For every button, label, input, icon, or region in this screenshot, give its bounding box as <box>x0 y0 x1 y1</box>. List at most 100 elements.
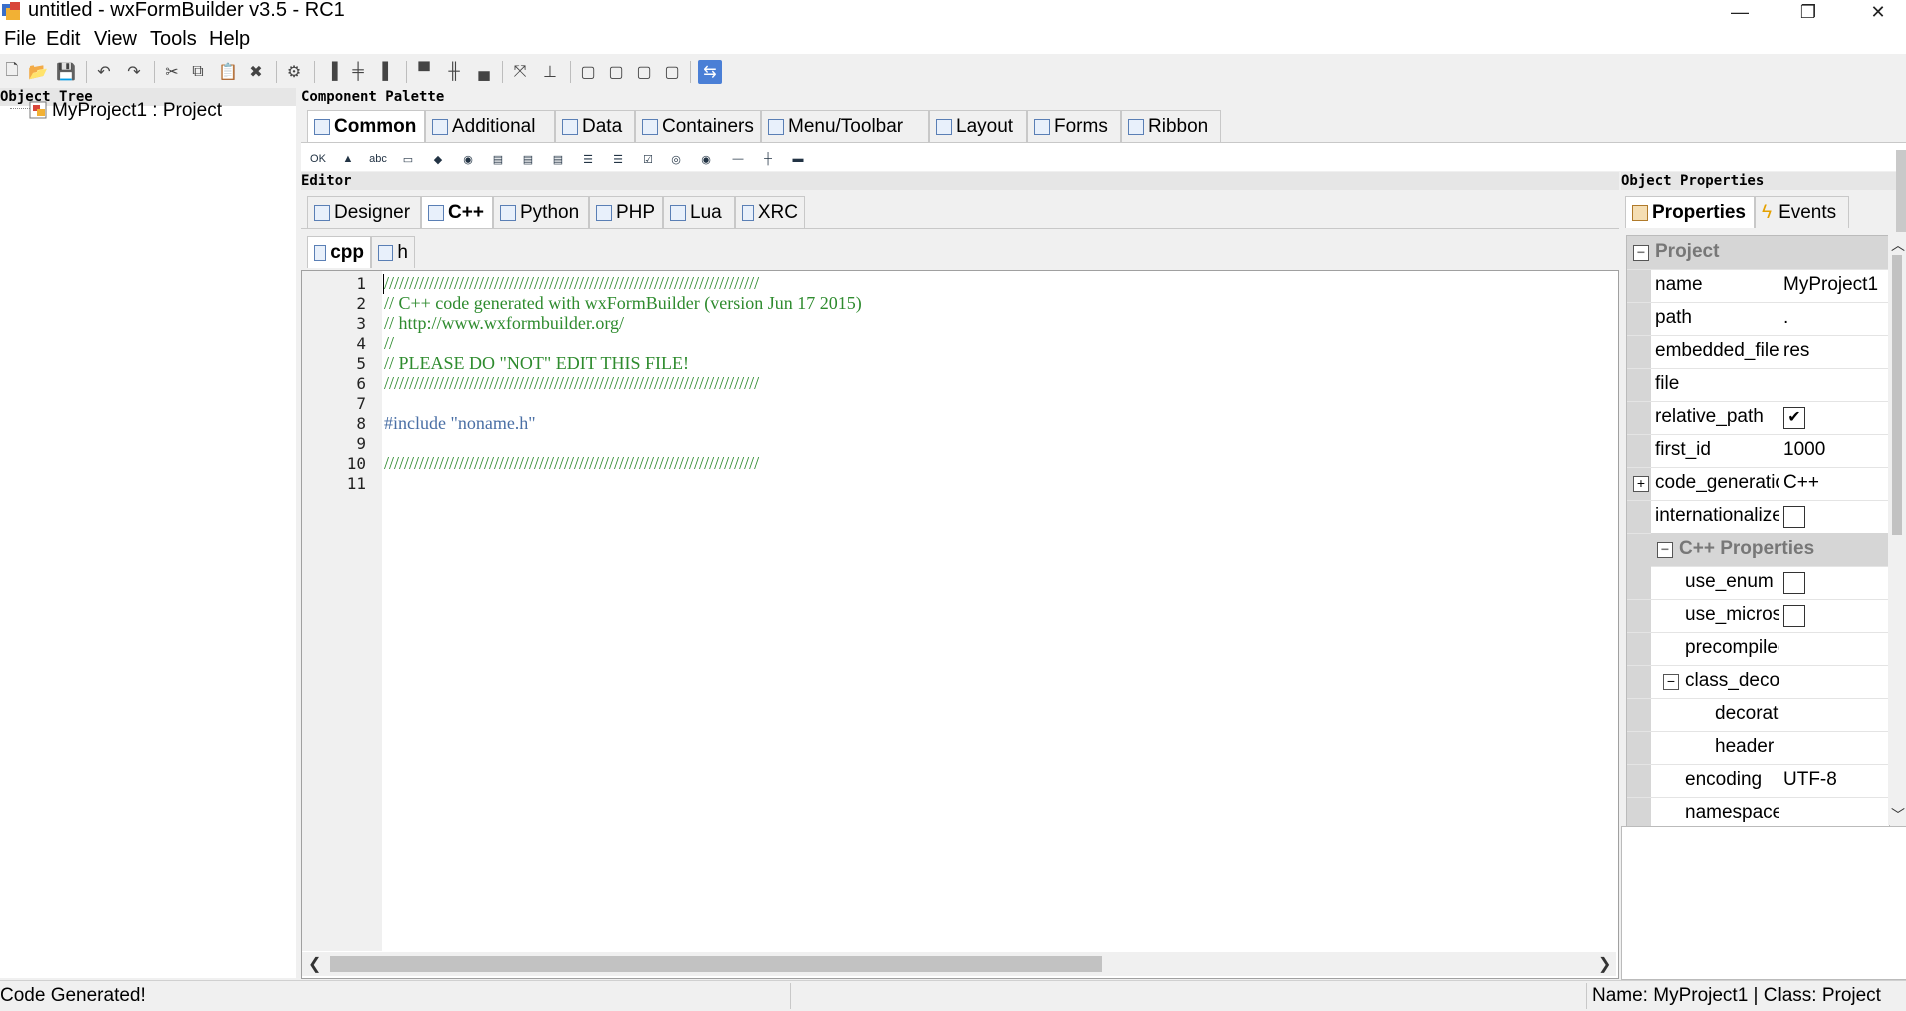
checkbox[interactable] <box>1783 572 1805 594</box>
property-row[interactable]: precompiled_header <box>1627 632 1889 666</box>
property-row[interactable]: embedded_files_path res <box>1627 335 1889 369</box>
scroll-right-icon[interactable]: ❯ <box>1598 954 1611 974</box>
menu-file[interactable]: File <box>4 28 36 51</box>
checkbox[interactable] <box>1783 605 1805 627</box>
tab-data[interactable]: Data <box>555 110 635 142</box>
align-center-v-icon[interactable]: ╫ <box>442 60 466 84</box>
property-row[interactable]: first_id 1000 <box>1627 434 1889 468</box>
property-row[interactable]: name MyProject1 <box>1627 269 1889 303</box>
undo-icon[interactable]: ↶ <box>92 60 116 84</box>
tab-xrc[interactable]: XRC <box>735 196 805 228</box>
save-icon[interactable]: 💾 <box>54 60 78 84</box>
property-grid-scrollbar[interactable]: ︿ ﹀ <box>1888 235 1906 825</box>
menu-help[interactable]: Help <box>209 28 250 51</box>
collapse-icon[interactable]: − <box>1657 542 1673 558</box>
horizontal-scrollbar[interactable]: ❮ ❯ <box>302 952 1616 976</box>
scroll-up-icon[interactable]: ︿ <box>1891 235 1905 255</box>
delete-icon[interactable]: ✖ <box>244 60 268 84</box>
radio-button-widget-icon[interactable]: ◎ <box>664 151 688 167</box>
align-right-icon[interactable]: ▌ <box>376 60 400 84</box>
slider-widget-icon[interactable]: ┼ <box>756 151 780 167</box>
property-row[interactable]: use_enum <box>1627 566 1889 600</box>
checkbox-widget-icon[interactable]: ☑ <box>636 151 660 167</box>
bitmap-button-widget-icon[interactable]: ▲ <box>336 151 360 167</box>
expand-icon[interactable]: + <box>1633 476 1649 492</box>
property-category-project[interactable]: − Project <box>1627 236 1889 270</box>
swap-orientation-icon[interactable]: ⇆ <box>698 60 722 84</box>
combo-box-widget-icon[interactable]: ◉ <box>456 151 480 167</box>
expand-icon[interactable]: ⤧ <box>508 60 532 84</box>
minimize-button[interactable]: — <box>1712 0 1768 24</box>
tab-lua[interactable]: Lua <box>663 196 735 228</box>
checkbox-checked[interactable]: ✔ <box>1783 407 1805 429</box>
tab-menu-toolbar[interactable]: Menu/Toolbar <box>761 110 929 142</box>
open-icon[interactable]: 📂 <box>26 60 50 84</box>
button-widget-icon[interactable]: OK <box>306 151 330 167</box>
static-line-h-widget-icon[interactable]: — <box>726 151 750 167</box>
tab-ribbon[interactable]: Ribbon <box>1121 110 1221 142</box>
redo-icon[interactable]: ↷ <box>122 60 146 84</box>
tree-item-project[interactable]: MyProject1 : Project <box>52 100 222 122</box>
tab-php[interactable]: PHP <box>589 196 663 228</box>
align-center-h-icon[interactable]: ╪ <box>346 60 370 84</box>
scroll-down-icon[interactable]: ﹀ <box>1891 805 1905 825</box>
tab-python[interactable]: Python <box>493 196 589 228</box>
property-row[interactable]: − class_decoration <box>1627 665 1889 699</box>
radio-button-2-widget-icon[interactable]: ◉ <box>694 151 718 167</box>
tab-additional[interactable]: Additional <box>425 110 555 142</box>
static-bitmap-widget-icon[interactable]: ◆ <box>426 151 450 167</box>
static-line-widget-icon[interactable]: ☰ <box>606 151 630 167</box>
property-row[interactable]: decoration <box>1627 698 1889 732</box>
property-category-cpp[interactable]: − C++ Properties <box>1651 533 1889 567</box>
property-row[interactable]: use_microsoft_bom <box>1627 599 1889 633</box>
radio-box-widget-icon[interactable]: ☰ <box>576 151 600 167</box>
tab-containers[interactable]: Containers <box>635 110 761 142</box>
tab-h-file[interactable]: h <box>371 236 415 268</box>
choice-widget-icon[interactable]: ▤ <box>486 151 510 167</box>
collapse-icon[interactable]: − <box>1663 674 1679 690</box>
property-row[interactable]: + code_generation C++ <box>1627 467 1889 501</box>
property-row[interactable]: path . <box>1627 302 1889 336</box>
copy-icon[interactable]: ⧉ <box>186 60 210 84</box>
cut-icon[interactable]: ✂ <box>160 60 184 84</box>
list-box-widget-icon[interactable]: ▤ <box>516 151 540 167</box>
tab-cpp-file[interactable]: cpp <box>307 236 371 268</box>
text-ctrl-widget-icon[interactable]: ▭ <box>396 151 420 167</box>
property-row[interactable]: relative_path ✔ <box>1627 401 1889 435</box>
property-row[interactable]: file <box>1627 368 1889 402</box>
static-text-widget-icon[interactable]: abc <box>366 151 390 167</box>
align-left-icon[interactable]: ▐ <box>320 60 344 84</box>
gauge-widget-icon[interactable]: ▬ <box>786 151 810 167</box>
border-right-icon[interactable]: ▢ <box>604 60 628 84</box>
property-row[interactable]: encoding UTF-8 <box>1627 764 1889 798</box>
maximize-button[interactable]: ❐ <box>1780 0 1836 24</box>
close-button[interactable]: ✕ <box>1850 0 1906 24</box>
scrollbar-thumb[interactable] <box>1892 255 1902 535</box>
scrollbar-thumb[interactable] <box>330 956 1102 972</box>
border-top-icon[interactable]: ▢ <box>632 60 656 84</box>
checkbox[interactable] <box>1783 506 1805 528</box>
tab-cpp[interactable]: C++ <box>421 196 493 228</box>
align-bottom-icon[interactable]: ▄ <box>472 60 496 84</box>
menu-view[interactable]: View <box>94 28 137 51</box>
tab-events[interactable]: ϟ Events <box>1755 196 1849 228</box>
tab-properties[interactable]: Properties <box>1625 196 1755 228</box>
align-top-icon[interactable]: ▀ <box>412 60 436 84</box>
menu-tools[interactable]: Tools <box>150 28 197 51</box>
stretch-icon[interactable]: ⊥ <box>538 60 562 84</box>
tab-designer[interactable]: Designer <box>307 196 421 228</box>
border-bottom-icon[interactable]: ▢ <box>660 60 684 84</box>
menu-edit[interactable]: Edit <box>46 28 80 51</box>
border-left-icon[interactable]: ▢ <box>576 60 600 84</box>
new-project-icon[interactable]: 🗋 <box>0 60 24 84</box>
property-row[interactable]: internationalize <box>1627 500 1889 534</box>
property-row[interactable]: header <box>1627 731 1889 765</box>
outer-scrollbar-thumb[interactable] <box>1896 150 1906 232</box>
tab-layout[interactable]: Layout <box>929 110 1027 142</box>
list-ctrl-widget-icon[interactable]: ▤ <box>546 151 570 167</box>
tab-common[interactable]: Common <box>307 110 425 142</box>
tab-forms[interactable]: Forms <box>1027 110 1121 142</box>
scroll-left-icon[interactable]: ❮ <box>308 954 321 974</box>
collapse-icon[interactable]: − <box>1633 245 1649 261</box>
paste-icon[interactable]: 📋 <box>216 60 240 84</box>
